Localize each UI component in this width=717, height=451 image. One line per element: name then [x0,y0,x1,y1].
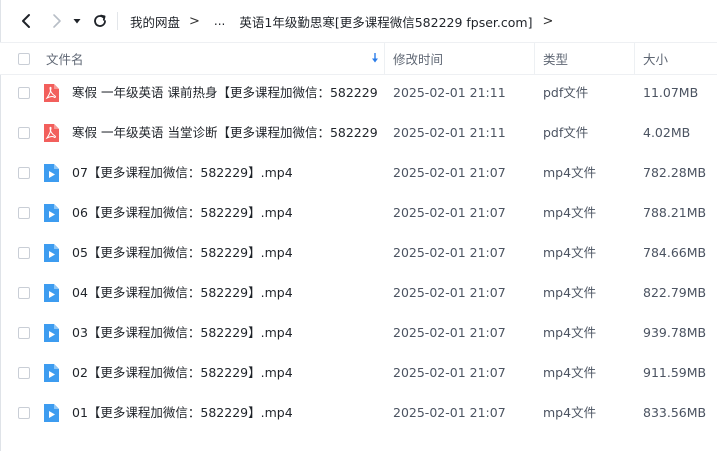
video-file-icon [44,284,59,302]
column-header-name[interactable]: 文件名 [46,43,384,74]
chevron-left-icon [22,14,30,28]
file-name[interactable]: 02【更多课程加微信：582229】.mp4 [72,353,293,393]
file-modified-time: 2025-02-01 21:11 [393,85,506,100]
file-name[interactable]: 04【更多课程加微信：582229】.mp4 [72,273,293,313]
column-divider[interactable] [384,43,385,74]
history-dropdown-button[interactable] [67,9,87,33]
video-file-icon [44,364,59,382]
forward-button[interactable] [45,9,69,33]
file-modified-time: 2025-02-01 21:07 [393,365,506,380]
breadcrumb-separator[interactable]: > [542,14,553,29]
column-header-type-label: 类型 [543,52,569,67]
row-checkbox[interactable] [18,247,30,259]
row-checkbox[interactable] [18,367,30,379]
file-row[interactable]: 寒假 一年级英语 课前热身【更多课程加微信：582229... 2025-02-… [0,73,717,113]
file-type: pdf文件 [543,125,589,140]
breadcrumb-current: 英语1年级勤思寒[更多课程微信582229 fpser.com] [239,14,533,30]
select-all-checkbox[interactable] [18,52,30,65]
pdf-file-icon [44,124,59,142]
file-name[interactable]: 07【更多课程加微信：582229】.mp4 [72,153,293,193]
file-type: mp4文件 [543,285,597,300]
breadcrumb: 我的网盘 > ... 英语1年级勤思寒[更多课程微信582229 fpser.c… [130,0,563,42]
file-size: 11.07MB [643,85,699,100]
file-modified-time: 2025-02-01 21:07 [393,285,506,300]
select-all-checkbox-cell[interactable] [18,43,30,74]
column-divider[interactable] [534,43,535,74]
file-modified-time: 2025-02-01 21:07 [393,245,506,260]
breadcrumb-separator: > [189,13,200,29]
file-size: 911.59MB [643,365,707,380]
file-size: 939.78MB [643,325,707,340]
row-checkbox[interactable] [18,87,30,99]
column-header-name-label: 文件名 [46,52,84,67]
column-divider[interactable] [634,43,635,74]
column-header-size[interactable]: 大小 [643,43,668,74]
nav-divider [117,12,118,30]
file-size: 4.02MB [643,125,691,140]
file-row[interactable]: 寒假 一年级英语 当堂诊断【更多课程加微信：582229... 2025-02-… [0,113,717,153]
chevron-right-icon [53,14,61,28]
file-size: 788.21MB [643,205,707,220]
file-type: mp4文件 [543,365,597,380]
row-checkbox[interactable] [18,167,30,179]
refresh-icon [94,14,106,27]
video-file-icon [44,204,59,222]
column-header-type[interactable]: 类型 [543,43,568,74]
file-name[interactable]: 06【更多课程加微信：582229】.mp4 [72,193,293,233]
video-file-icon [44,324,59,342]
file-name[interactable]: 01【更多课程加微信：582229】.mp4 [72,393,293,433]
column-header-modified[interactable]: 修改时间 [393,43,443,74]
row-checkbox[interactable] [18,407,30,419]
file-row[interactable]: 02【更多课程加微信：582229】.mp4 2025-02-01 21:07 … [0,353,717,393]
column-header-size-label: 大小 [643,52,669,67]
file-type: pdf文件 [543,85,589,100]
file-type: mp4文件 [543,325,597,340]
file-name[interactable]: 寒假 一年级英语 课前热身【更多课程加微信：582229... [72,73,378,113]
file-modified-time: 2025-02-01 21:07 [393,205,506,220]
file-name[interactable]: 寒假 一年级英语 当堂诊断【更多课程加微信：582229... [72,113,378,153]
file-modified-time: 2025-02-01 21:07 [393,405,506,420]
column-header-modified-label: 修改时间 [393,52,444,67]
file-name[interactable]: 03【更多课程加微信：582229】.mp4 [72,313,293,353]
sort-down-arrow-icon[interactable] [371,52,379,64]
file-size: 782.28MB [643,165,707,180]
file-row[interactable]: 04【更多课程加微信：582229】.mp4 2025-02-01 21:07 … [0,273,717,313]
row-checkbox[interactable] [18,287,30,299]
video-file-icon [44,164,59,182]
row-checkbox[interactable] [18,327,30,339]
file-size: 822.79MB [643,285,707,300]
caret-down-icon [73,19,81,24]
back-button[interactable] [14,9,38,33]
file-row[interactable]: 03【更多课程加微信：582229】.mp4 2025-02-01 21:07 … [0,313,717,353]
breadcrumb-root[interactable]: 我的网盘 [130,12,180,31]
row-checkbox[interactable] [18,127,30,139]
file-size: 833.56MB [643,405,707,420]
pdf-file-icon [44,84,59,102]
file-type: mp4文件 [543,165,597,180]
file-size: 784.66MB [643,245,707,260]
file-row[interactable]: 07【更多课程加微信：582229】.mp4 2025-02-01 21:07 … [0,153,717,193]
breadcrumb-ellipsis[interactable]: ... [214,14,225,28]
file-row[interactable]: 01【更多课程加微信：582229】.mp4 2025-02-01 21:07 … [0,393,717,433]
nav-bar: 我的网盘 > ... 英语1年级勤思寒[更多课程微信582229 fpser.c… [0,0,717,42]
table-header: 文件名 修改时间 类型 大小 [0,42,717,75]
file-modified-time: 2025-02-01 21:07 [393,325,506,340]
file-modified-time: 2025-02-01 21:07 [393,165,506,180]
file-row[interactable]: 05【更多课程加微信：582229】.mp4 2025-02-01 21:07 … [0,233,717,273]
row-checkbox[interactable] [18,207,30,219]
file-type: mp4文件 [543,405,597,420]
refresh-button[interactable] [88,9,112,33]
video-file-icon [44,404,59,422]
file-modified-time: 2025-02-01 21:11 [393,125,506,140]
video-file-icon [44,244,59,262]
file-type: mp4文件 [543,245,597,260]
file-row[interactable]: 06【更多课程加微信：582229】.mp4 2025-02-01 21:07 … [0,193,717,233]
file-type: mp4文件 [543,205,597,220]
file-name[interactable]: 05【更多课程加微信：582229】.mp4 [72,233,293,273]
